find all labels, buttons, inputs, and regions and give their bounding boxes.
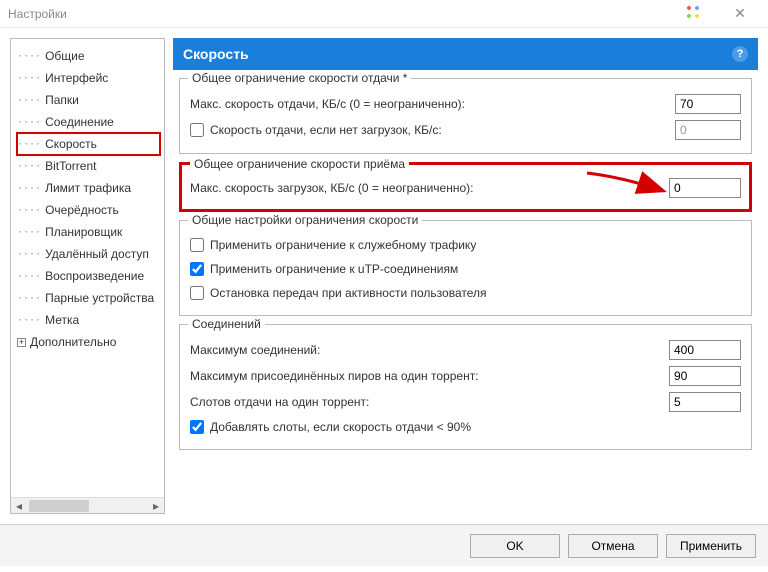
section-header: Скорость ? — [173, 38, 758, 70]
sidebar-item-label: Соединение — [45, 115, 114, 129]
max-connections-label: Максимум соединений: — [190, 343, 669, 357]
apply-utp-label: Применить ограничение к uTP-соединениям — [210, 262, 741, 276]
max-peers-label: Максимум присоединённых пиров на один то… — [190, 369, 669, 383]
sidebar-item-label: BitTorrent — [45, 159, 96, 173]
add-slots-label: Добавлять слоты, если скорость отдачи < … — [210, 420, 741, 434]
download-max-label: Макс. скорость загрузок, КБ/с (0 = неогр… — [190, 181, 669, 195]
scroll-left-icon[interactable]: ◂ — [11, 499, 27, 513]
tree-branch-icon: ···· — [17, 293, 41, 304]
expand-icon[interactable]: + — [17, 338, 26, 347]
group-general-title: Общие настройки ограничения скорости — [188, 213, 422, 227]
sidebar-item-label: Скорость — [45, 137, 97, 151]
upload-max-input[interactable] — [675, 94, 741, 114]
sidebar-item[interactable]: ···· Планировщик — [17, 221, 160, 243]
ok-button[interactable]: OK — [470, 534, 560, 558]
stop-on-activity-label: Остановка передач при активности пользов… — [210, 286, 741, 300]
sidebar-item[interactable]: ···· Удалённый доступ — [17, 243, 160, 265]
add-slots-checkbox[interactable] — [190, 420, 204, 434]
sidebar-item-label: Папки — [45, 93, 79, 107]
sidebar-item-label: Дополнительно — [30, 335, 116, 349]
dialog-body: ···· Общие ···· Интерфейс ···· Папки ···· Соеди… — [0, 28, 768, 524]
sidebar-scrollbar[interactable]: ◂ ▸ — [11, 497, 164, 513]
sidebar-item[interactable]: ···· Воспроизведение — [17, 265, 160, 287]
sidebar-item-label: Метка — [45, 313, 79, 327]
sidebar-item-label: Удалённый доступ — [45, 247, 149, 261]
group-download-limit: Общее ограничение скорости приёма Макс. … — [179, 162, 752, 212]
sidebar-item[interactable]: ···· Соединение — [17, 111, 160, 133]
tree-branch-icon: ···· — [17, 315, 41, 326]
sidebar-item[interactable]: ···· Скорость — [17, 133, 160, 155]
group-download-title: Общее ограничение скорости приёма — [190, 157, 409, 171]
tree-branch-icon: ···· — [17, 271, 41, 282]
upload-alt-label: Скорость отдачи, если нет загрузок, КБ/с… — [210, 123, 675, 137]
sidebar-item[interactable]: ···· BitTorrent — [17, 155, 160, 177]
sidebar-item[interactable]: ···· Интерфейс — [17, 67, 160, 89]
tree-branch-icon: ···· — [17, 205, 41, 216]
cancel-button[interactable]: Отмена — [568, 534, 658, 558]
upload-alt-input — [675, 120, 741, 140]
apply-button[interactable]: Применить — [666, 534, 756, 558]
main-panel: Скорость ? Общее ограничение скорости от… — [173, 38, 758, 514]
apply-overhead-label: Применить ограничение к служебному трафи… — [210, 238, 741, 252]
sidebar-item-label: Парные устройства — [45, 291, 154, 305]
window-title: Настройки — [8, 7, 680, 21]
help-icon[interactable]: ? — [732, 46, 748, 62]
sidebar-item-label: Общие — [45, 49, 84, 63]
sidebar-item-label: Воспроизведение — [45, 269, 144, 283]
sidebar-item[interactable]: ···· Парные устройства — [17, 287, 160, 309]
sidebar-item[interactable]: ···· Метка — [17, 309, 160, 331]
max-peers-input[interactable] — [669, 366, 741, 386]
titlebar: Настройки ✕ — [0, 0, 768, 28]
tree-branch-icon: ···· — [17, 117, 41, 128]
tree-branch-icon: ···· — [17, 51, 41, 62]
tree-branch-icon: ···· — [17, 161, 41, 172]
upload-alt-checkbox[interactable] — [190, 123, 204, 137]
max-connections-input[interactable] — [669, 340, 741, 360]
group-connections: Соединений Максимум соединений: Максимум… — [179, 324, 752, 450]
sidebar-item[interactable]: + Дополнительно — [17, 331, 160, 353]
section-title: Скорость — [183, 46, 249, 62]
upload-slots-input[interactable] — [669, 392, 741, 412]
group-upload-title: Общее ограничение скорости отдачи * — [188, 71, 411, 85]
content: Общее ограничение скорости отдачи * Макс… — [173, 70, 758, 514]
sidebar: ···· Общие ···· Интерфейс ···· Папки ···· Соеди… — [10, 38, 165, 514]
sidebar-item-label: Лимит трафика — [45, 181, 131, 195]
tree-branch-icon: ···· — [17, 73, 41, 84]
sidebar-item[interactable]: ···· Лимит трафика — [17, 177, 160, 199]
apply-utp-checkbox[interactable] — [190, 262, 204, 276]
button-bar: OK Отмена Применить — [0, 524, 768, 566]
sidebar-item[interactable]: ···· Общие — [17, 45, 160, 67]
group-general-limits: Общие настройки ограничения скорости При… — [179, 220, 752, 316]
app-icon — [680, 4, 720, 23]
upload-slots-label: Слотов отдачи на один торрент: — [190, 395, 669, 409]
upload-max-label: Макс. скорость отдачи, КБ/с (0 = неогран… — [190, 97, 675, 111]
sidebar-item-label: Планировщик — [45, 225, 122, 239]
sidebar-item-label: Очерёдность — [45, 203, 119, 217]
download-max-input[interactable] — [669, 178, 741, 198]
sidebar-item-label: Интерфейс — [45, 71, 108, 85]
tree-branch-icon: ···· — [17, 183, 41, 194]
tree-branch-icon: ···· — [17, 249, 41, 260]
close-icon[interactable]: ✕ — [720, 5, 760, 22]
group-upload-limit: Общее ограничение скорости отдачи * Макс… — [179, 78, 752, 154]
stop-on-activity-checkbox[interactable] — [190, 286, 204, 300]
sidebar-item[interactable]: ···· Папки — [17, 89, 160, 111]
sidebar-item[interactable]: ···· Очерёдность — [17, 199, 160, 221]
tree-branch-icon: ···· — [17, 139, 41, 150]
tree-branch-icon: ···· — [17, 227, 41, 238]
group-connections-title: Соединений — [188, 317, 265, 331]
scroll-thumb[interactable] — [29, 500, 89, 512]
apply-overhead-checkbox[interactable] — [190, 238, 204, 252]
scroll-right-icon[interactable]: ▸ — [148, 499, 164, 513]
tree-branch-icon: ···· — [17, 95, 41, 106]
